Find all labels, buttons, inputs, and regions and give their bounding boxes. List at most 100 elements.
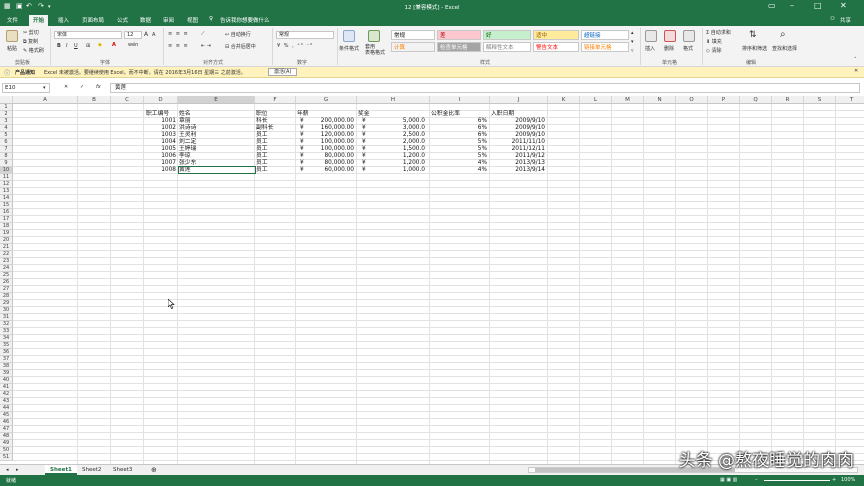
column-header[interactable]: P xyxy=(708,96,740,104)
bold-button[interactable]: B xyxy=(57,43,61,49)
horizontal-align-icons[interactable]: ≡ ≡ ≡ xyxy=(168,43,189,49)
cut-button[interactable]: ✂ 剪切 xyxy=(23,29,39,36)
row-header[interactable]: 7 xyxy=(0,146,13,153)
row-header[interactable]: 9 xyxy=(0,160,13,167)
cell-style-3[interactable]: 适中 xyxy=(533,30,579,40)
column-header[interactable]: J xyxy=(490,96,548,104)
row-header[interactable]: 49 xyxy=(0,440,13,447)
name-box-dropdown-icon[interactable]: ▾ xyxy=(43,85,46,91)
format-painter-button[interactable]: ✎ 格式刷 xyxy=(23,47,44,54)
row-header[interactable]: 1 xyxy=(0,104,13,111)
column-header[interactable]: G xyxy=(296,96,357,104)
row-header[interactable]: 42 xyxy=(0,391,13,398)
share-icon[interactable]: ⚇ xyxy=(830,16,835,22)
format-cells-icon[interactable] xyxy=(683,30,695,42)
cell-style-0[interactable]: 常规 xyxy=(391,30,435,40)
tab-review[interactable]: 审阅 xyxy=(163,16,174,24)
orientation-icon[interactable]: ⟋ xyxy=(201,31,205,37)
row-header[interactable]: 22 xyxy=(0,251,13,258)
select-all-corner[interactable] xyxy=(0,96,13,104)
column-header[interactable]: O xyxy=(676,96,708,104)
cell-style-8[interactable]: 警告文本 xyxy=(533,42,579,52)
row-header[interactable]: 39 xyxy=(0,370,13,377)
column-header[interactable]: C xyxy=(111,96,144,104)
zoom-slider[interactable] xyxy=(764,480,830,481)
fill-color-icon[interactable]: ◆ xyxy=(98,42,102,48)
vertical-align-icons[interactable]: ≡ ≡ ≡ xyxy=(168,31,189,37)
column-header[interactable]: T xyxy=(836,96,864,104)
shrink-font-button[interactable]: A xyxy=(152,32,155,38)
cell-style-2[interactable]: 好 xyxy=(483,30,531,40)
row-header[interactable]: 23 xyxy=(0,258,13,265)
conditional-format-icon[interactable] xyxy=(343,30,355,42)
tab-file[interactable]: 文件 xyxy=(7,16,18,24)
tab-insert[interactable]: 插入 xyxy=(58,16,69,24)
row-header[interactable]: 21 xyxy=(0,244,13,251)
cell-style-5[interactable]: 计算 xyxy=(391,42,435,52)
column-header[interactable]: B xyxy=(78,96,111,104)
column-header[interactable]: Q xyxy=(740,96,772,104)
row-header[interactable]: 33 xyxy=(0,328,13,335)
column-header[interactable]: E xyxy=(178,96,255,104)
font-color-icon[interactable]: A xyxy=(112,42,116,48)
find-select-button[interactable]: 查找和选择 xyxy=(772,45,797,52)
row-header[interactable]: 37 xyxy=(0,356,13,363)
autosum-button[interactable]: Σ 自动求和 xyxy=(706,29,731,36)
sheet-tab-2[interactable]: Sheet2 xyxy=(77,465,106,475)
sheet-tab-1[interactable]: Sheet1 xyxy=(45,465,77,475)
row-header[interactable]: 34 xyxy=(0,335,13,342)
formula-input[interactable]: 黄莲 xyxy=(110,83,860,93)
cell-style-4[interactable]: 超链接 xyxy=(581,30,629,40)
indent-icons[interactable]: ⇤ ⇥ xyxy=(201,43,211,49)
column-header[interactable]: F xyxy=(255,96,296,104)
new-sheet-icon[interactable]: ⊕ xyxy=(151,466,157,474)
insert-cells-button[interactable]: 插入 xyxy=(645,45,655,52)
row-header[interactable]: 8 xyxy=(0,153,13,160)
sheet-prev-icon[interactable]: ◂ xyxy=(6,467,9,473)
grow-font-button[interactable]: A xyxy=(144,31,148,38)
insert-function-icon[interactable]: fx xyxy=(96,84,101,90)
zoom-in-icon[interactable]: + xyxy=(832,477,836,483)
row-header[interactable]: 36 xyxy=(0,349,13,356)
row-header[interactable]: 11 xyxy=(0,174,13,181)
row-header[interactable]: 17 xyxy=(0,216,13,223)
pinyin-button[interactable]: wén xyxy=(128,42,138,48)
row-header[interactable]: 12 xyxy=(0,181,13,188)
underline-button[interactable]: U xyxy=(74,43,78,49)
confirm-entry-icon[interactable]: ✓ xyxy=(80,84,84,90)
table-format-button[interactable]: 套用 表格格式 xyxy=(365,44,385,56)
copy-button[interactable]: ⧉ 复制 xyxy=(23,38,38,45)
tell-me-icon[interactable]: ♀ xyxy=(209,16,213,22)
column-header[interactable]: I xyxy=(430,96,490,104)
find-select-icon[interactable]: ⌕ xyxy=(780,29,786,40)
font-size-select[interactable]: 12 xyxy=(124,31,142,39)
row-header[interactable]: 26 xyxy=(0,279,13,286)
row-header[interactable]: 47 xyxy=(0,426,13,433)
row-header[interactable]: 16 xyxy=(0,209,13,216)
row-header[interactable]: 18 xyxy=(0,223,13,230)
wrap-text-button[interactable]: ↩ 自动换行 xyxy=(225,31,251,38)
format-cells-button[interactable]: 格式 xyxy=(683,45,693,52)
column-header[interactable]: S xyxy=(804,96,836,104)
column-header[interactable]: N xyxy=(644,96,676,104)
delete-cells-icon[interactable] xyxy=(664,30,676,42)
tell-me-box[interactable]: 告诉我你想要做什么 xyxy=(220,16,270,24)
fill-button[interactable]: ⬇ 填充 xyxy=(706,38,722,45)
sort-filter-button[interactable]: 排序和筛选 xyxy=(742,45,767,52)
cancel-entry-icon[interactable]: ✕ xyxy=(64,84,68,90)
row-header[interactable]: 3 xyxy=(0,118,13,125)
sheet-next-icon[interactable]: ▸ xyxy=(16,467,19,473)
row-header[interactable]: 5 xyxy=(0,132,13,139)
row-header[interactable]: 38 xyxy=(0,363,13,370)
share-button[interactable]: 共享 xyxy=(840,16,851,24)
row-header[interactable]: 27 xyxy=(0,286,13,293)
column-header[interactable]: A xyxy=(13,96,78,104)
row-header[interactable]: 45 xyxy=(0,412,13,419)
sheet-tab-3[interactable]: Sheet3 xyxy=(108,465,137,475)
row-header[interactable]: 51 xyxy=(0,454,13,461)
row-header[interactable]: 43 xyxy=(0,398,13,405)
paste-button[interactable]: 粘贴 xyxy=(7,45,17,52)
sort-filter-icon[interactable]: ⇅ xyxy=(749,30,757,40)
row-header[interactable]: 40 xyxy=(0,377,13,384)
activate-button[interactable]: 激活(A) xyxy=(268,68,298,76)
